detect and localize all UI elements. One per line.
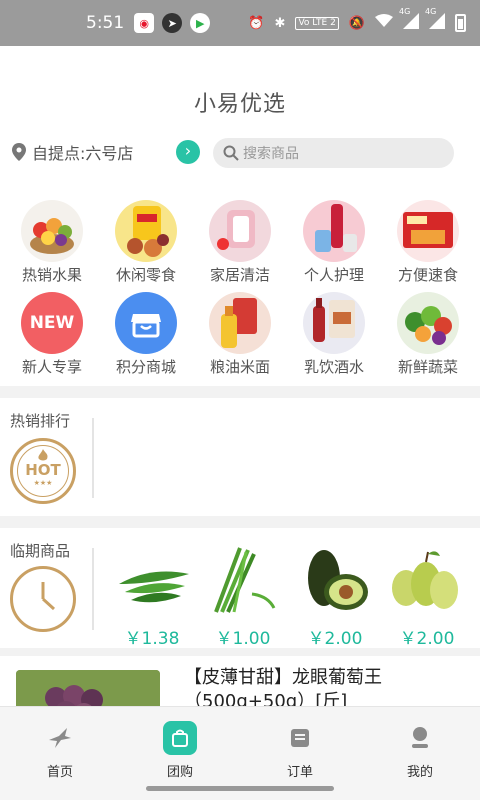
search-icon bbox=[223, 145, 239, 161]
hot-badge-text: HOT bbox=[25, 461, 61, 479]
product-pear[interactable]: ￥2.00 bbox=[382, 544, 472, 649]
tab-label: 首页 bbox=[46, 765, 73, 780]
pickup-point-label: 自提点:六号店 bbox=[32, 144, 134, 163]
category-snacks[interactable]: 休闲零食 bbox=[106, 200, 186, 285]
expiring-section: 临期商品 ￥1.38 ￥1.00 ￥2.00 ￥2.00 bbox=[0, 528, 480, 649]
hot-badge-icon: HOT ★★★ bbox=[10, 438, 76, 504]
status-time: 5:51 bbox=[86, 13, 125, 33]
category-label: 乳饮酒水 bbox=[303, 358, 364, 376]
tab-group-buy[interactable]: 团购 bbox=[140, 721, 220, 780]
category-drinks[interactable]: 乳饮酒水 bbox=[294, 292, 374, 377]
signal-4g-icon: 4G bbox=[425, 7, 445, 33]
new-badge: NEW bbox=[21, 292, 83, 354]
signal-4g-label: 4G bbox=[399, 7, 411, 16]
home-indicator bbox=[146, 786, 334, 791]
avocado-image bbox=[308, 550, 368, 610]
category-points-shop[interactable]: 积分商城 bbox=[106, 292, 186, 377]
category-label: 个人护理 bbox=[303, 266, 364, 284]
chevron-right-icon[interactable]: › bbox=[176, 140, 200, 164]
battery-icon bbox=[455, 14, 466, 32]
mute-icon: 🔕 bbox=[348, 15, 365, 31]
hot-rank-title: 热销排行 bbox=[10, 412, 71, 430]
product-garlic-chives[interactable]: ￥1.00 bbox=[198, 544, 288, 649]
okra-image bbox=[119, 571, 189, 603]
volte-icon: Vo LTE 2 bbox=[295, 16, 339, 30]
hot-rank-section[interactable]: 热销排行 HOT ★★★ bbox=[0, 398, 480, 516]
product-price: ￥2.00 bbox=[399, 629, 455, 649]
grain-oil-image bbox=[209, 292, 271, 354]
signal-4g-icon: 4G bbox=[399, 7, 419, 33]
category-label: 热销水果 bbox=[21, 266, 82, 284]
clock-icon bbox=[10, 566, 76, 632]
product-okra[interactable]: ￥1.38 bbox=[107, 544, 197, 649]
signal-4g-label: 4G bbox=[425, 7, 437, 16]
category-label: 休闲零食 bbox=[115, 266, 176, 284]
category-instant-food[interactable]: 方便速食 bbox=[388, 200, 468, 285]
category-personal-care[interactable]: 个人护理 bbox=[294, 200, 374, 285]
category-label: 家居清洁 bbox=[209, 266, 270, 284]
wifi-icon bbox=[375, 14, 393, 32]
product-price: ￥2.00 bbox=[307, 629, 363, 649]
category-home-cleaning[interactable]: 家居清洁 bbox=[200, 200, 280, 285]
drinks-image bbox=[303, 292, 365, 354]
compass-icon: ➤ bbox=[162, 13, 183, 33]
garlic-chives-image bbox=[214, 547, 276, 613]
tab-home[interactable]: 首页 bbox=[20, 721, 100, 780]
orders-icon bbox=[283, 721, 317, 755]
profile-icon bbox=[403, 721, 437, 755]
home-bird-icon bbox=[43, 721, 77, 755]
section-divider bbox=[92, 418, 94, 498]
personal-care-image bbox=[303, 200, 365, 262]
tab-profile[interactable]: 我的 bbox=[380, 721, 460, 780]
pickup-point[interactable]: 自提点:六号店 bbox=[12, 140, 133, 164]
location-pin-icon bbox=[12, 143, 26, 161]
product-avocado[interactable]: ￥2.00 bbox=[290, 544, 380, 649]
tab-label: 团购 bbox=[166, 765, 193, 780]
category-new-user[interactable]: NEW 新人专享 bbox=[12, 292, 92, 377]
new-badge-text: NEW bbox=[29, 313, 75, 333]
section-divider bbox=[92, 548, 94, 630]
category-label: 新人专享 bbox=[21, 358, 82, 376]
pear-image bbox=[392, 551, 458, 609]
video-app-icon: ▶ bbox=[190, 13, 211, 33]
tab-label: 我的 bbox=[406, 765, 433, 780]
snacks-image bbox=[115, 200, 177, 262]
flame-icon bbox=[38, 449, 48, 461]
hot-badge-stars: ★★★ bbox=[33, 479, 53, 487]
home-cleaning-image bbox=[209, 200, 271, 262]
category-label: 方便速食 bbox=[397, 266, 458, 284]
vegetables-image bbox=[397, 292, 459, 354]
weibo-icon: ◉ bbox=[134, 13, 155, 33]
page-title: 小易优选 bbox=[193, 92, 286, 117]
group-buy-bag-icon bbox=[163, 721, 197, 755]
category-vegetables[interactable]: 新鲜蔬菜 bbox=[388, 292, 468, 377]
category-label: 积分商城 bbox=[115, 358, 176, 376]
fruit-basket-image bbox=[21, 200, 83, 262]
category-grain-oil[interactable]: 粮油米面 bbox=[200, 292, 280, 377]
search-input[interactable]: 搜索商品 bbox=[213, 138, 454, 168]
search-placeholder: 搜索商品 bbox=[243, 146, 299, 162]
expiring-title: 临期商品 bbox=[10, 542, 71, 560]
tab-label: 订单 bbox=[286, 765, 313, 780]
category-label: 粮油米面 bbox=[209, 358, 270, 376]
points-shop-icon bbox=[115, 292, 177, 354]
product-price: ￥1.00 bbox=[215, 629, 271, 649]
alarm-icon: ⏰ bbox=[248, 15, 265, 31]
tab-orders[interactable]: 订单 bbox=[260, 721, 340, 780]
product-price: ￥1.38 bbox=[124, 629, 180, 649]
category-hot-fruit[interactable]: 热销水果 bbox=[12, 200, 92, 285]
bluetooth-icon: ✱ bbox=[274, 15, 286, 31]
instant-food-image bbox=[397, 200, 459, 262]
header-panel: 小易优选 自提点:六号店 › 搜索商品 热销水果 休闲零食 家居清洁 个人护理 … bbox=[0, 46, 480, 386]
category-label: 新鲜蔬菜 bbox=[397, 358, 458, 376]
status-bar: 5:51 ◉ ➤ ▶ ⏰ ✱ Vo LTE 2 🔕 4G 4G bbox=[0, 0, 480, 46]
